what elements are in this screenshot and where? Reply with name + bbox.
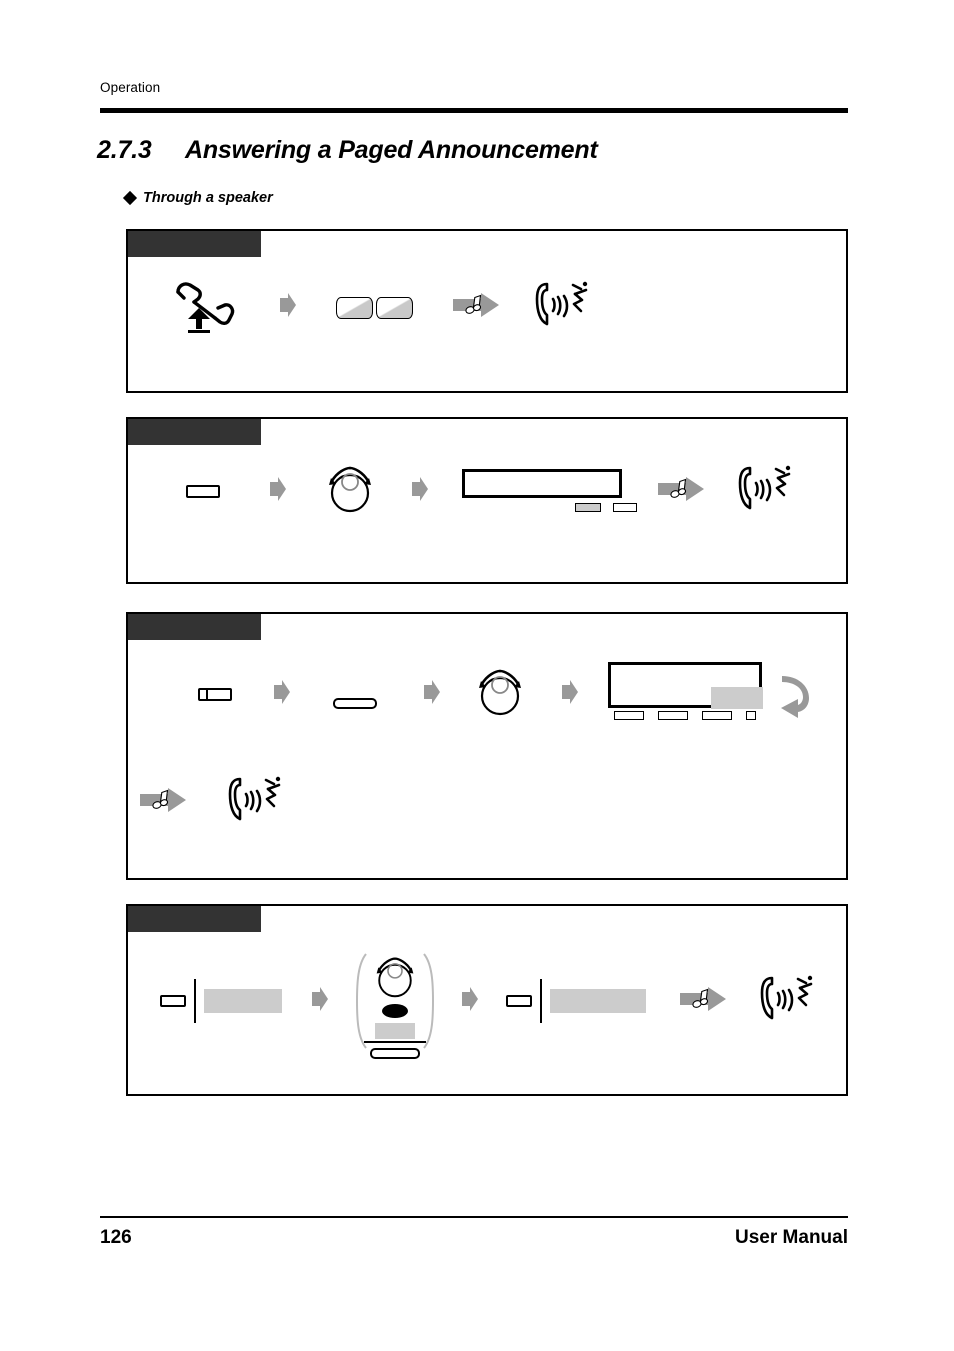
portable-key-button[interactable] <box>370 1048 421 1060</box>
subsection-label: Through a speaker <box>143 190 273 206</box>
softkey-1[interactable] <box>614 711 644 720</box>
procedure-tab-4 <box>128 906 261 932</box>
step-arrow-icon <box>312 986 329 1016</box>
softkey-2[interactable] <box>658 711 688 720</box>
portable-handset-contents <box>354 956 436 1060</box>
softkey-4[interactable] <box>746 711 756 720</box>
keypad-key-1[interactable] <box>336 296 373 319</box>
labeled-key-divider <box>194 979 197 1023</box>
talk-icon <box>226 774 284 831</box>
tone-arrow-icon <box>658 476 704 507</box>
labeled-key-icon[interactable] <box>160 979 283 1023</box>
feature-button-icon[interactable] <box>328 680 386 709</box>
step-arrow-icon <box>274 679 290 709</box>
lcd-screen-wide <box>608 662 763 709</box>
portable-handset-icon <box>354 952 436 1060</box>
sp-phone-button-icon[interactable] <box>186 485 220 498</box>
softkey-1[interactable] <box>575 502 601 512</box>
labeled-key-button[interactable] <box>160 995 186 1007</box>
keypad-key-pair-icon[interactable] <box>336 296 413 319</box>
labeled-key-wide-icon[interactable] <box>506 979 647 1023</box>
procedure-box-4 <box>126 904 848 1096</box>
procedure-tab-3 <box>128 614 261 640</box>
procedure-tab-2 <box>128 419 261 445</box>
labeled-key-label-block <box>204 989 283 1013</box>
lcd-softkey-group-wide <box>614 711 756 720</box>
softkey-2[interactable] <box>613 502 637 512</box>
section-number: 2.7.3 <box>97 136 152 164</box>
lcd-screen <box>462 468 622 498</box>
procedure-box-3 <box>126 612 848 880</box>
talk-icon <box>533 279 591 336</box>
portable-label-block <box>375 1023 416 1039</box>
procedure-3-steps-row-2 <box>140 774 284 831</box>
procedure-box-2 <box>126 417 848 584</box>
tone-arrow-icon <box>680 986 727 1017</box>
step-arrow-icon <box>412 477 428 506</box>
dial-tone-icon <box>372 956 418 1003</box>
dial-tone-icon <box>324 465 376 518</box>
portable-speaker-icon <box>382 1004 409 1018</box>
labeled-key-wide-label-block <box>550 989 647 1013</box>
tone-arrow-icon <box>140 787 186 818</box>
talk-icon <box>736 463 794 520</box>
step-arrow-icon <box>270 477 286 506</box>
softkey-3[interactable] <box>702 711 732 720</box>
subsection-heading: Through a speaker <box>122 190 273 206</box>
lcd-highlight-block <box>711 687 763 709</box>
procedure-2-steps <box>186 463 794 520</box>
procedure-tab-1 <box>128 231 261 257</box>
header-rule <box>100 108 848 113</box>
step-arrow-icon <box>462 986 479 1016</box>
tone-arrow-icon <box>453 292 499 323</box>
lcd-display-wide-icon <box>608 662 768 726</box>
dial-tone-icon <box>474 668 526 721</box>
page-title: 2.7.3 Answering a Paged Announcement <box>97 136 598 165</box>
talk-icon <box>758 973 816 1030</box>
lcd-softkey-group <box>575 502 637 512</box>
section-title-text: Answering a Paged Announcement <box>185 136 598 164</box>
running-header: Operation <box>100 80 161 95</box>
step-arrow-icon <box>562 679 578 709</box>
lcd-display-icon <box>462 468 638 515</box>
keypad-key-2[interactable] <box>376 296 413 319</box>
procedure-1-steps <box>168 277 591 338</box>
procedure-3-steps-row-1 <box>198 662 812 726</box>
diamond-bullet-icon <box>122 190 138 206</box>
step-arrow-icon <box>424 679 440 709</box>
procedure-box-1 <box>126 229 848 393</box>
return-arrow-icon <box>776 674 812 723</box>
footer-rule <box>100 1216 848 1218</box>
labeled-key-wide-button[interactable] <box>506 995 533 1007</box>
sp-phone-split-button-icon[interactable] <box>198 687 232 701</box>
labeled-key-wide-divider <box>540 979 543 1023</box>
portable-rule <box>364 1041 427 1044</box>
footer-manual-label: User Manual <box>735 1227 848 1248</box>
feature-button-key[interactable] <box>333 697 377 709</box>
lift-handset-icon <box>168 277 240 338</box>
procedure-4-steps <box>160 946 816 1060</box>
page-number: 126 <box>100 1227 132 1248</box>
step-arrow-icon <box>280 293 296 322</box>
